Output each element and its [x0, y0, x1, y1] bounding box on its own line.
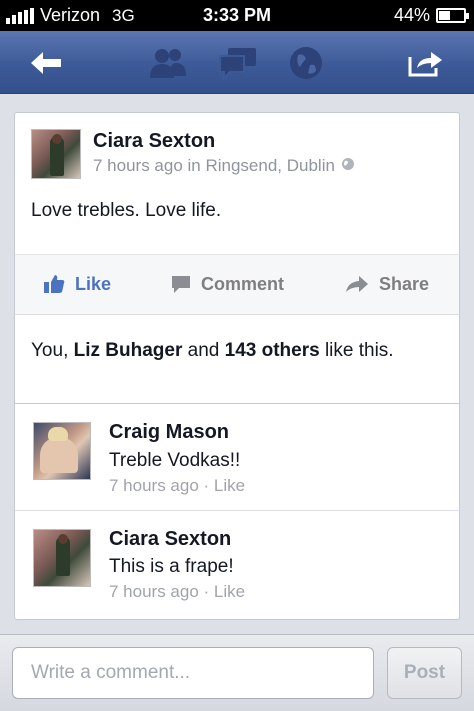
post-author-name[interactable]: Ciara Sexton — [93, 130, 215, 153]
author-avatar[interactable] — [31, 129, 81, 179]
likes-text: You, Liz Buhager and 143 others like thi… — [31, 337, 431, 364]
likes-summary[interactable]: You, Liz Buhager and 143 others like thi… — [14, 314, 460, 404]
battery-percent: 44% — [393, 5, 430, 25]
comment-text: This is a frape! — [109, 556, 234, 577]
comment-compose-bar: Post — [0, 634, 474, 711]
commenter-avatar[interactable] — [33, 529, 91, 587]
post-action-bar: Like Comment Share — [14, 254, 460, 314]
comment-text: Treble Vodkas!! — [109, 450, 241, 471]
post-timestamp-location[interactable]: 7 hours ago in Ringsend, Dublin — [93, 156, 335, 176]
likes-prefix: You, — [31, 340, 74, 361]
globe-icon[interactable] — [282, 31, 330, 94]
thumbs-up-icon — [44, 275, 65, 293]
comment-like-link[interactable]: Like — [214, 476, 245, 495]
likes-suffix: like this. — [319, 340, 394, 361]
post-meta: 7 hours ago in Ringsend, Dublin — [93, 156, 355, 176]
liker-name[interactable]: Liz Buhager — [74, 340, 183, 361]
comment-meta: 7 hours ago · Like — [109, 476, 246, 495]
comment-item: Ciara Sexton This is a frape! 7 hours ag… — [14, 511, 460, 620]
likes-middle: and — [182, 340, 225, 361]
likes-others-count[interactable]: 143 others — [225, 340, 320, 361]
comment-timestamp: 7 hours ago — [109, 582, 199, 601]
post-comment-button[interactable]: Post — [387, 647, 462, 699]
battery-icon — [436, 8, 469, 23]
friends-icon[interactable] — [144, 31, 192, 94]
comment-like-link[interactable]: Like — [214, 582, 245, 601]
navigation-bar — [0, 31, 474, 94]
share-label: Share — [379, 273, 430, 294]
share-button[interactable]: Share — [345, 255, 429, 313]
commenter-name[interactable]: Craig Mason — [109, 421, 229, 444]
privacy-globe-icon — [341, 156, 355, 176]
post-text: Love trebles. Love life. — [31, 200, 222, 221]
like-button[interactable]: Like — [43, 255, 111, 313]
status-right: 44% — [393, 5, 469, 26]
comment-timestamp: 7 hours ago — [109, 476, 199, 495]
like-label: Like — [75, 273, 112, 294]
status-post: Ciara Sexton 7 hours ago in Ringsend, Du… — [14, 112, 460, 254]
comment-bubble-icon — [172, 275, 190, 293]
messages-icon[interactable] — [214, 31, 262, 94]
comment-input[interactable] — [12, 647, 374, 699]
commenter-avatar[interactable] — [33, 422, 91, 480]
share-icon[interactable] — [402, 31, 450, 94]
comment-label: Comment — [201, 273, 285, 294]
status-bar: Verizon 3G 3:33 PM 44% — [0, 0, 474, 31]
comment-meta: 7 hours ago · Like — [109, 582, 246, 601]
share-arrow-icon — [346, 276, 368, 292]
comment-button[interactable]: Comment — [171, 255, 284, 313]
back-arrow-icon[interactable] — [22, 31, 70, 94]
commenter-name[interactable]: Ciara Sexton — [109, 528, 231, 551]
comment-item: Craig Mason Treble Vodkas!! 7 hours ago … — [14, 404, 460, 511]
